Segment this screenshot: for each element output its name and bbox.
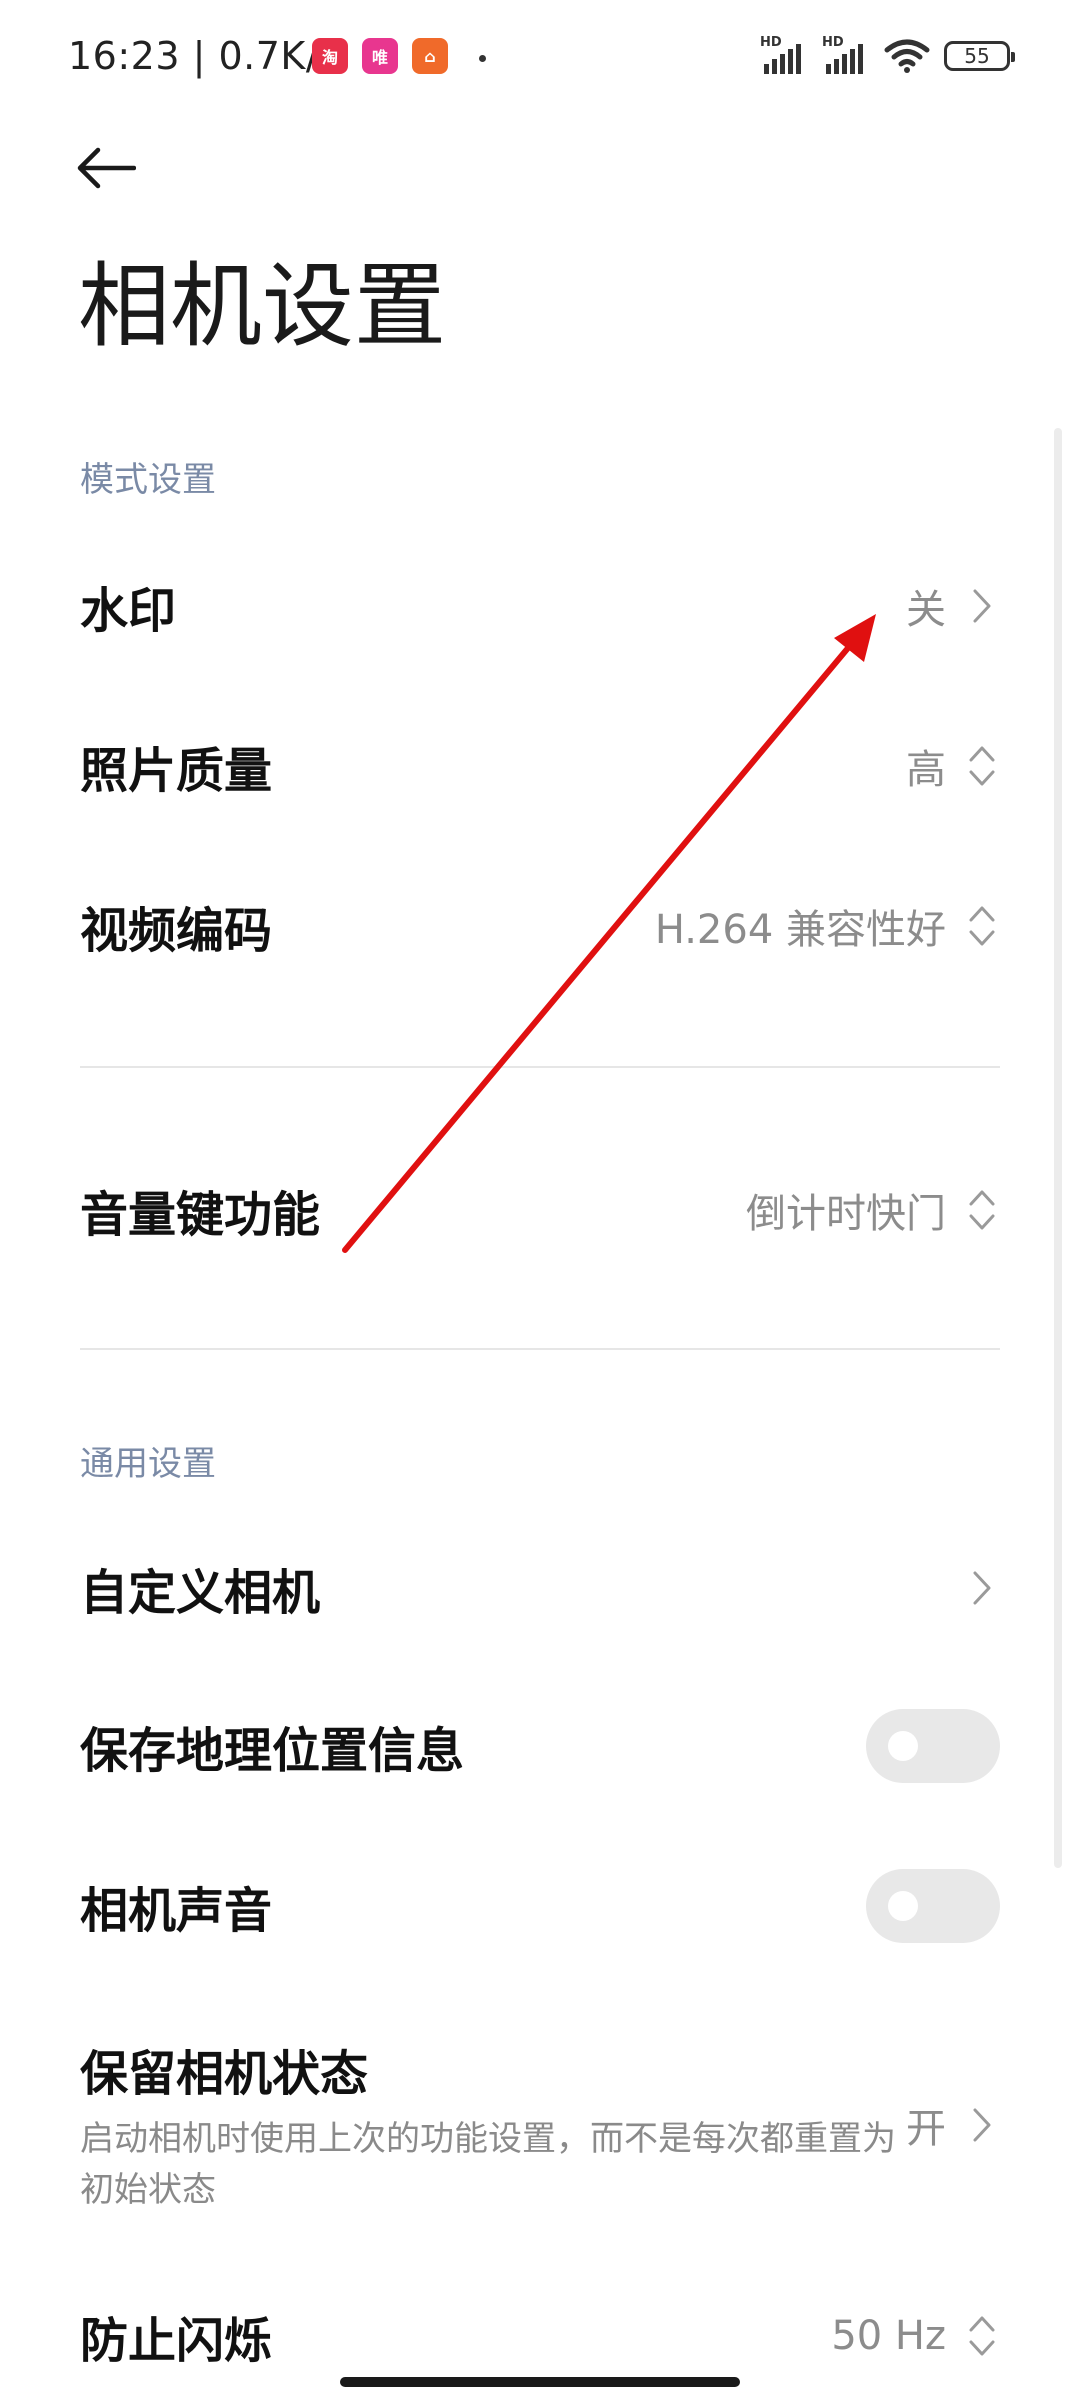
volume-key-value: 倒计时快门 xyxy=(746,1191,946,1237)
custom-camera-label: 自定义相机 xyxy=(80,1565,321,1621)
back-arrow-icon xyxy=(77,147,136,189)
status-bar: 16:23 | 0.7K/s 淘 唯 ⌂ HD HD 55 xyxy=(0,0,1080,120)
battery-level: 55 xyxy=(964,44,990,68)
save-location-row[interactable]: 保存地理位置信息 xyxy=(80,1700,1000,1792)
chevron-right-icon xyxy=(964,582,1000,630)
divider xyxy=(80,1348,1000,1350)
shopping-app-red-icon: 淘 xyxy=(312,38,348,74)
watermark-row[interactable]: 水印 关 xyxy=(80,560,1000,652)
watermark-value: 关 xyxy=(906,587,946,633)
anti-flicker-label: 防止闪烁 xyxy=(80,2313,273,2369)
keep-state-label: 保留相机状态 xyxy=(80,2046,369,2102)
video-codec-value: H.264 兼容性好 xyxy=(654,907,946,953)
camera-sound-row[interactable]: 相机声音 xyxy=(80,1860,1000,1952)
anti-flicker-row[interactable]: 防止闪烁 50 Hz xyxy=(80,2290,1000,2382)
volume-key-row[interactable]: 音量键功能 倒计时快门 xyxy=(80,1164,1000,1256)
battery-icon: 55 xyxy=(944,41,1015,71)
save-location-label: 保存地理位置信息 xyxy=(80,1723,465,1779)
status-app-icons: 淘 唯 ⌂ xyxy=(312,38,448,74)
video-codec-label: 视频编码 xyxy=(80,903,273,959)
cell-signal-1-icon: HD xyxy=(760,36,808,76)
scrollbar[interactable] xyxy=(1054,428,1062,1868)
photo-quality-label: 照片质量 xyxy=(80,743,273,799)
vip-app-pink-icon: 唯 xyxy=(362,38,398,74)
video-codec-row[interactable]: 视频编码 H.264 兼容性好 xyxy=(80,880,1000,972)
chevron-up-down-icon xyxy=(964,1186,1000,1234)
photo-quality-row[interactable]: 照片质量 高 xyxy=(80,720,1000,812)
toggle-knob xyxy=(888,1891,918,1921)
home-app-orange-icon: ⌂ xyxy=(412,38,448,74)
keep-state-row[interactable]: 保留相机状态 启动相机时使用上次的功能设置，而不是每次都重置为初始状态 开 xyxy=(80,2040,1000,2210)
back-button[interactable] xyxy=(70,132,142,204)
toggle-knob xyxy=(888,1731,918,1761)
section-header-general: 通用设置 xyxy=(80,1444,216,1484)
wifi-icon xyxy=(884,39,930,73)
save-location-toggle[interactable] xyxy=(866,1709,1000,1783)
photo-quality-value: 高 xyxy=(906,747,946,793)
home-indicator[interactable] xyxy=(340,2377,740,2387)
status-time-speed: 16:23 | 0.7K/s xyxy=(68,34,340,78)
chevron-up-down-icon xyxy=(964,902,1000,950)
keep-state-description: 启动相机时使用上次的功能设置，而不是每次都重置为初始状态 xyxy=(80,2119,896,2210)
section-header-mode: 模式设置 xyxy=(80,460,216,500)
chevron-up-down-icon xyxy=(964,742,1000,790)
camera-sound-toggle[interactable] xyxy=(866,1869,1000,1943)
camera-sound-label: 相机声音 xyxy=(80,1883,273,1939)
anti-flicker-value: 50 Hz xyxy=(831,2313,946,2359)
cell-signal-2-icon: HD xyxy=(822,36,870,76)
chevron-up-down-icon xyxy=(964,2312,1000,2360)
divider xyxy=(80,1066,1000,1068)
keep-state-value: 开 xyxy=(906,2106,946,2152)
chevron-right-icon xyxy=(964,2101,1000,2149)
notification-dot-icon xyxy=(479,55,486,62)
chevron-right-icon xyxy=(964,1564,1000,1612)
watermark-label: 水印 xyxy=(80,583,177,639)
status-right-icons: HD HD 55 xyxy=(760,36,1015,76)
volume-key-label: 音量键功能 xyxy=(80,1187,321,1243)
page-title: 相机设置 xyxy=(78,253,447,360)
custom-camera-row[interactable]: 自定义相机 xyxy=(80,1542,1000,1634)
